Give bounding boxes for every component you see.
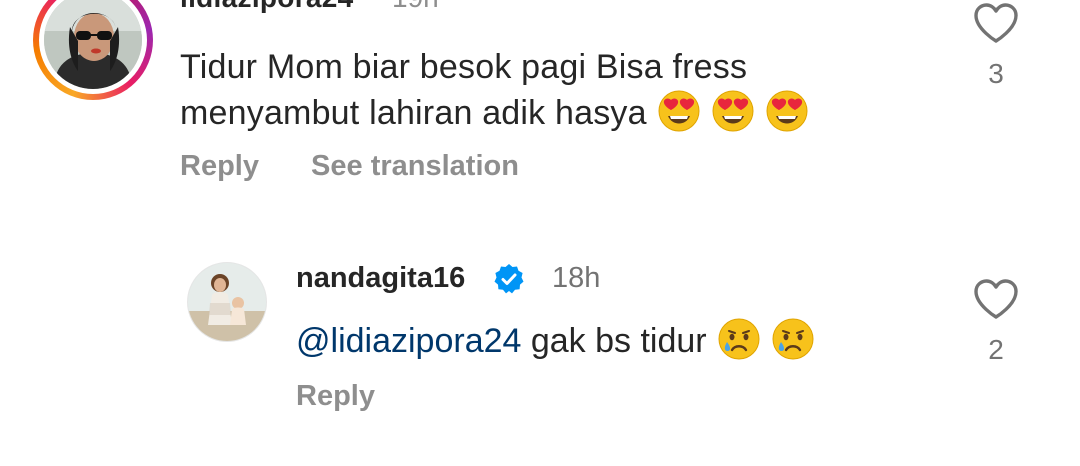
reply-actions: Reply — [296, 380, 419, 413]
heart-outline-icon[interactable] — [970, 278, 1022, 320]
heart-eyes-emoji-icon — [766, 90, 808, 144]
reply-username[interactable]: nandagita16 — [296, 262, 465, 295]
comment-username[interactable]: lidiazipora24 — [180, 0, 354, 14]
like-count: 2 — [988, 334, 1004, 365]
avatar-photo-icon — [188, 263, 266, 341]
comment-actions: Reply See translation — [180, 150, 563, 183]
reply-text: @lidiazipora24 gak bs tidur — [296, 318, 814, 372]
sad-tear-emoji-icon — [718, 318, 760, 372]
sad-tear-emoji-icon — [772, 318, 814, 372]
see-translation-button[interactable]: See translation — [311, 150, 519, 182]
mention-link[interactable]: @lidiazipora24 — [296, 322, 521, 360]
reply-like: 2 — [970, 278, 1022, 366]
reply-timestamp: 18h — [552, 262, 601, 294]
story-ring-avatar[interactable] — [33, 0, 153, 100]
comment-text: Tidur Mom biar besok pagi Bisa fress men… — [180, 44, 900, 144]
reply-button[interactable]: Reply — [180, 150, 259, 182]
reply-body: gak bs tidur — [521, 322, 707, 360]
reply-button[interactable]: Reply — [296, 380, 375, 412]
avatar-nandagita16[interactable] — [187, 262, 267, 342]
heart-eyes-emoji-icon — [712, 90, 754, 144]
heart-outline-icon[interactable] — [970, 2, 1022, 44]
heart-eyes-emoji-icon — [658, 90, 700, 144]
comment-timestamp: 19h — [392, 0, 439, 14]
like-count: 3 — [988, 58, 1004, 89]
comment-like: 3 — [970, 2, 1022, 90]
verified-badge-icon — [492, 262, 526, 301]
